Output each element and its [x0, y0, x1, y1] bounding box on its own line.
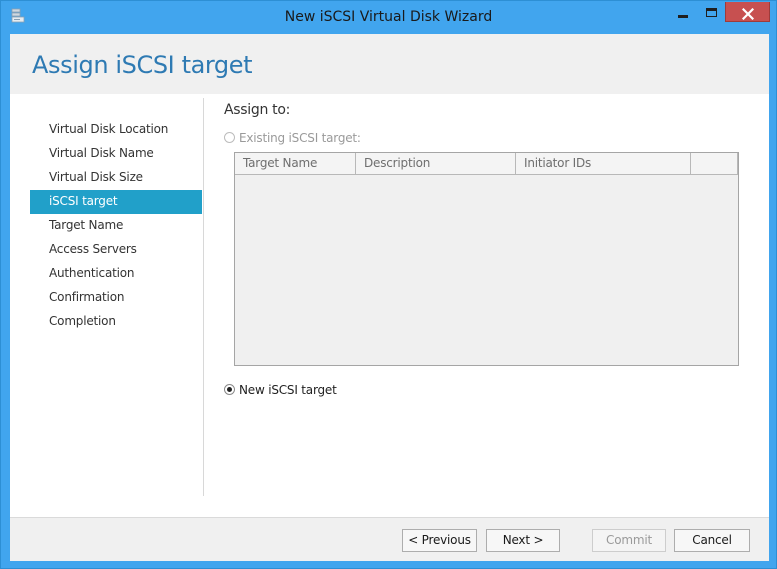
existing-targets-table[interactable]: Target Name Description Initiator IDs	[234, 152, 739, 366]
close-icon	[741, 5, 755, 21]
nav-item-authentication[interactable]: Authentication	[30, 262, 202, 286]
new-target-radio[interactable]	[224, 384, 235, 395]
nav-item-virtual-disk-size[interactable]: Virtual Disk Size	[30, 166, 202, 190]
cancel-button[interactable]: Cancel	[674, 529, 750, 552]
nav-item-confirmation[interactable]: Confirmation	[30, 286, 202, 310]
page-header: Assign iSCSI target	[10, 34, 769, 94]
next-button[interactable]: Next >	[486, 529, 560, 552]
wizard-client-area: Assign iSCSI target Virtual Disk Locatio…	[10, 34, 769, 561]
assign-to-heading: Assign to:	[224, 102, 291, 118]
existing-target-radio[interactable]	[224, 132, 235, 143]
commit-button[interactable]: Commit	[592, 529, 666, 552]
existing-target-label: Existing iSCSI target:	[239, 131, 361, 145]
minimize-icon	[678, 15, 688, 18]
nav-item-access-servers[interactable]: Access Servers	[30, 238, 202, 262]
nav-item-iscsi-target[interactable]: iSCSI target	[30, 190, 202, 214]
previous-button[interactable]: < Previous	[402, 529, 477, 552]
maximize-icon	[706, 8, 717, 17]
maximize-button[interactable]	[698, 4, 724, 24]
wizard-footer: < Previous Next > Commit Cancel	[10, 517, 769, 561]
window-title: New iSCSI Virtual Disk Wizard	[284, 9, 493, 25]
nav-item-virtual-disk-name[interactable]: Virtual Disk Name	[30, 142, 202, 166]
column-header-initiator-ids[interactable]: Initiator IDs	[516, 153, 691, 174]
wizard-window: New iSCSI Virtual Disk Wizard Assign iSC…	[0, 0, 777, 569]
column-header-description[interactable]: Description	[356, 153, 516, 174]
table-header: Target Name Description Initiator IDs	[235, 153, 738, 175]
nav-item-completion[interactable]: Completion	[30, 310, 202, 334]
nav-item-virtual-disk-location[interactable]: Virtual Disk Location	[30, 118, 202, 142]
column-header-extra[interactable]	[691, 153, 738, 174]
nav-item-target-name[interactable]: Target Name	[30, 214, 202, 238]
minimize-button[interactable]	[669, 4, 697, 24]
column-header-target-name[interactable]: Target Name	[235, 153, 356, 174]
page-title: Assign iSCSI target	[32, 51, 253, 79]
wizard-steps-nav: Virtual Disk Location Virtual Disk Name …	[30, 118, 202, 334]
new-target-label[interactable]: New iSCSI target	[239, 383, 337, 397]
close-button[interactable]	[725, 2, 770, 22]
nav-divider	[203, 98, 204, 496]
radio-selected-dot	[227, 387, 232, 392]
title-bar[interactable]: New iSCSI Virtual Disk Wizard	[1, 1, 776, 33]
